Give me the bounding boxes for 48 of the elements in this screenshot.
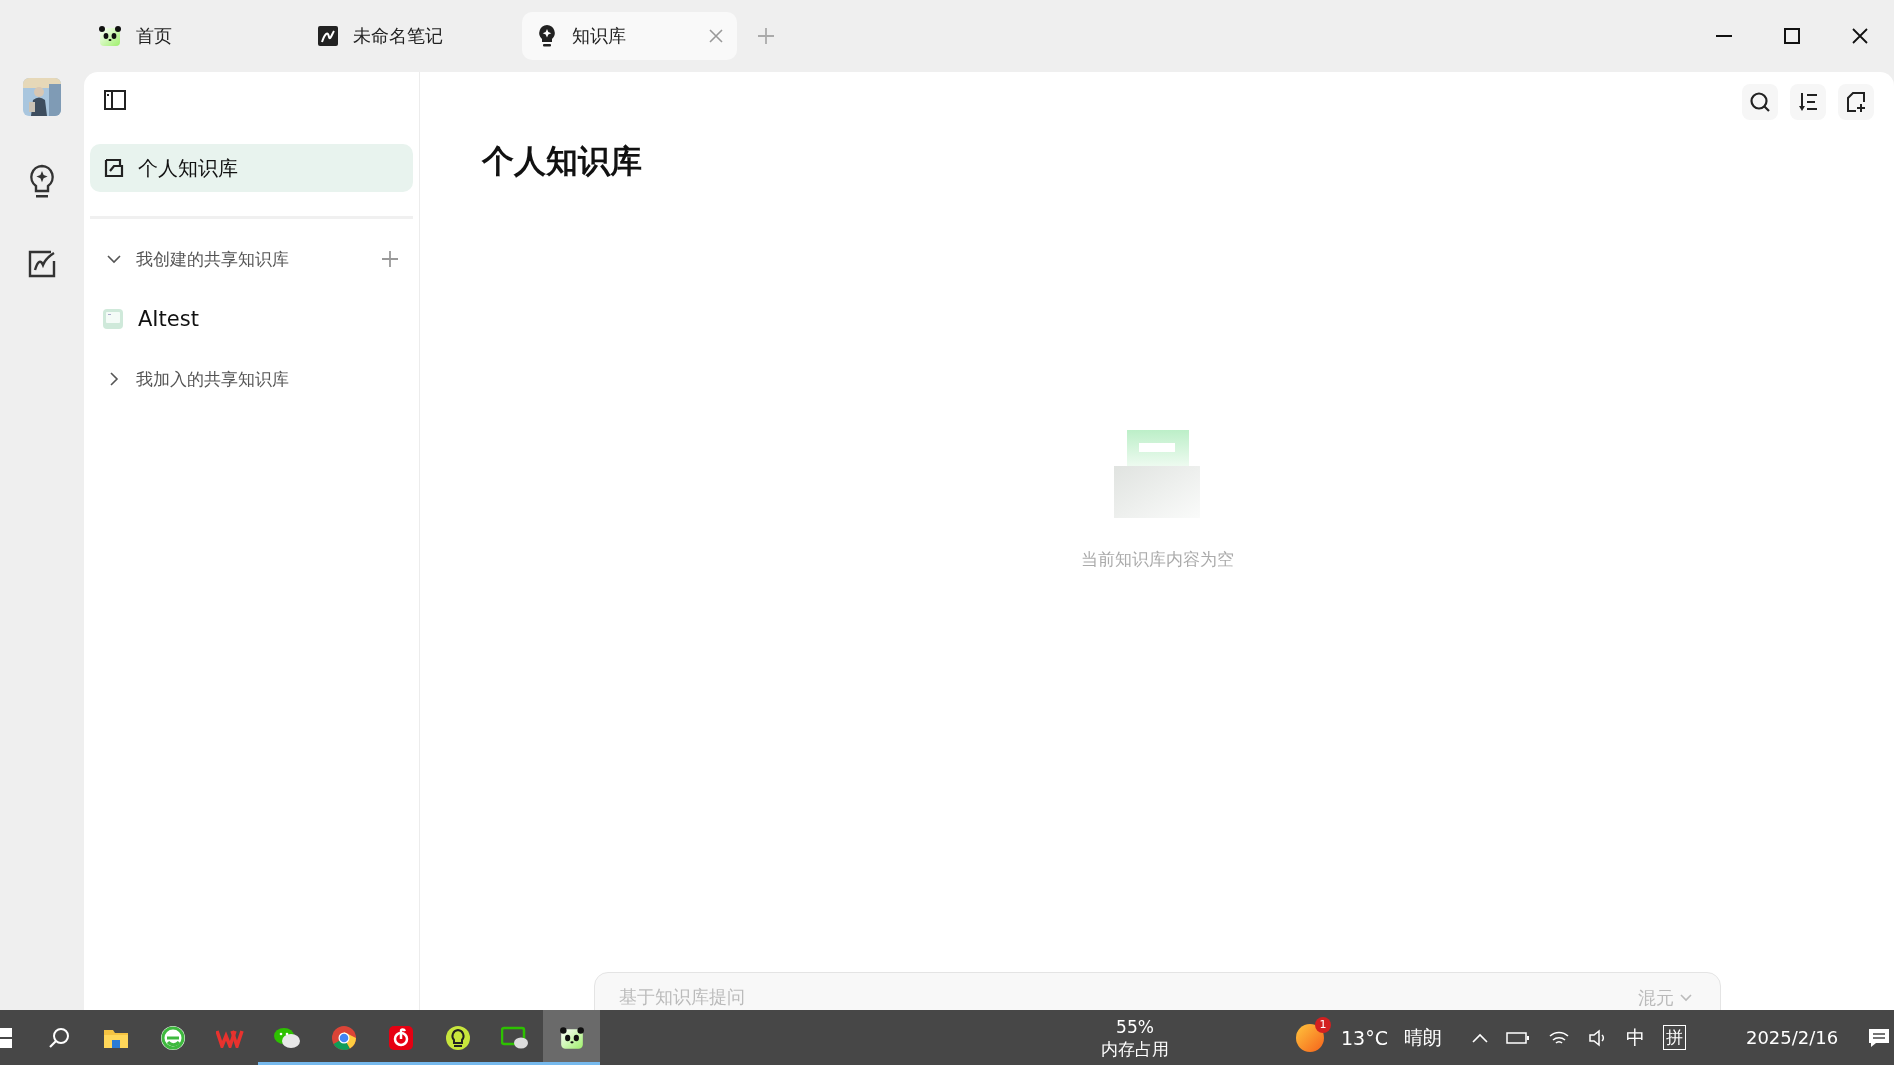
page-title: 个人知识库 bbox=[482, 141, 642, 182]
new-document-button[interactable] bbox=[1838, 84, 1874, 120]
sort-icon bbox=[1797, 91, 1819, 113]
lightbulb-icon[interactable] bbox=[444, 1024, 471, 1051]
add-icon[interactable] bbox=[381, 250, 399, 268]
caret-icon bbox=[1679, 994, 1692, 1002]
chat-bubbles-icon[interactable] bbox=[272, 1025, 301, 1050]
temperature: 13°C bbox=[1341, 1026, 1388, 1049]
search-button[interactable] bbox=[1742, 84, 1778, 120]
sun-icon[interactable] bbox=[1295, 1022, 1325, 1053]
panda-icon bbox=[98, 24, 122, 48]
search-icon bbox=[1749, 91, 1771, 113]
date[interactable]: 2025/2/16 bbox=[1745, 1027, 1839, 1048]
chrome-icon[interactable] bbox=[330, 1024, 357, 1051]
empty-box-icon bbox=[1114, 430, 1200, 518]
close-icon[interactable] bbox=[1852, 28, 1868, 44]
add-document-icon bbox=[1845, 91, 1867, 113]
chevron-up-icon[interactable] bbox=[1471, 1032, 1488, 1043]
windows-logo-icon[interactable] bbox=[0, 1026, 12, 1049]
lightbulb-icon bbox=[536, 24, 558, 48]
notification-icon[interactable] bbox=[1868, 1027, 1891, 1048]
battery-icon[interactable] bbox=[1505, 1030, 1530, 1045]
tab[interactable]: 知识库 bbox=[522, 12, 737, 60]
pen-icon bbox=[317, 25, 339, 47]
input-language[interactable]: 中 bbox=[1625, 1024, 1645, 1051]
panda-icon bbox=[558, 1024, 585, 1051]
group-title[interactable]: 我创建的共享知识库 bbox=[136, 247, 367, 271]
image-frame-icon bbox=[104, 158, 124, 178]
input-mode[interactable]: 拼 bbox=[1662, 1025, 1686, 1050]
library-icon bbox=[102, 308, 124, 330]
tab[interactable]: 首页 bbox=[84, 12, 299, 60]
tab[interactable]: 未命名笔记 bbox=[303, 12, 518, 60]
pen-icon[interactable] bbox=[27, 248, 57, 278]
screen-chat-icon[interactable] bbox=[500, 1025, 529, 1050]
notification-badge: 1 bbox=[1315, 1016, 1331, 1033]
taskbar-app[interactable] bbox=[543, 1010, 600, 1065]
sidebar-toggle-icon[interactable] bbox=[104, 90, 126, 110]
group-title[interactable]: 我加入的共享知识库 bbox=[136, 367, 399, 391]
sidebar-item[interactable]: AItest bbox=[90, 289, 413, 349]
music-icon[interactable] bbox=[387, 1024, 414, 1051]
browser-icon[interactable] bbox=[159, 1024, 186, 1051]
sort-button[interactable] bbox=[1790, 84, 1826, 120]
sidebar-item[interactable]: 个人知识库 bbox=[90, 144, 413, 192]
empty-message: 当前知识库内容为空 bbox=[1080, 548, 1234, 571]
maximize-icon[interactable] bbox=[1784, 28, 1800, 44]
memory-usage[interactable]: 55% 内存占用 bbox=[1075, 1015, 1195, 1060]
weather-condition: 晴朗 bbox=[1403, 1024, 1442, 1050]
lightbulb-icon[interactable] bbox=[28, 164, 56, 200]
